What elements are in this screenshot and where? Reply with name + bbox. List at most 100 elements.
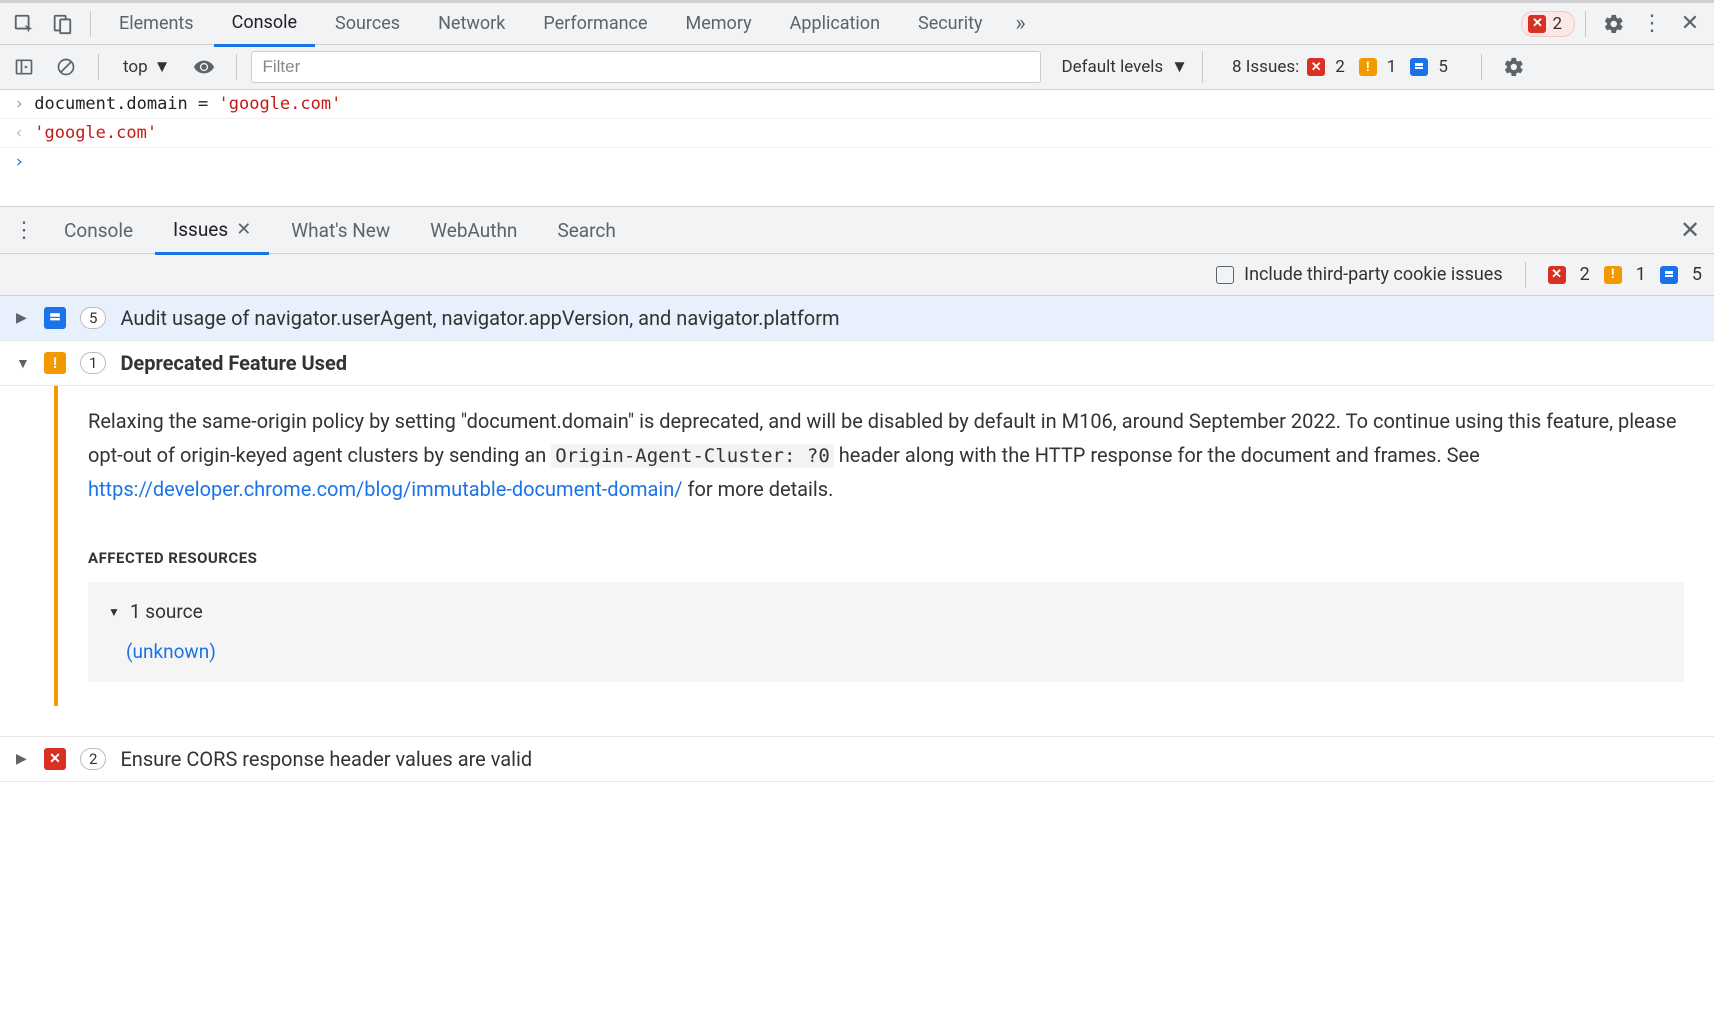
more-tabs-chevron-icon[interactable]: » (1002, 6, 1038, 42)
third-party-cookie-checkbox[interactable]: Include third-party cookie issues (1216, 264, 1502, 285)
drawer-tabbar: ⋮ Console Issues ✕ What's New WebAuthn S… (0, 206, 1714, 254)
info-count: 5 (1438, 57, 1448, 77)
inspect-element-icon[interactable] (6, 6, 42, 42)
source-disclosure[interactable]: ▼ 1 source (108, 596, 1664, 628)
toggle-sidebar-icon[interactable] (6, 49, 42, 85)
issue-row[interactable]: ▶ ✕ 2 Ensure CORS response header values… (0, 736, 1714, 782)
issue-count-badge: 2 (80, 748, 106, 770)
issue-count-badge: 1 (80, 352, 106, 374)
divider (1585, 11, 1586, 37)
tab-console[interactable]: Console (214, 2, 315, 47)
tab-performance[interactable]: Performance (525, 1, 665, 46)
info-count: 5 (1692, 264, 1702, 285)
drawer-tab-whatsnew[interactable]: What's New (273, 206, 408, 254)
error-icon: ✕ (1307, 58, 1325, 76)
prompt-chevron-icon: › (14, 152, 24, 172)
console-code: document.domain = 'google.com' (34, 94, 341, 114)
console-toolbar: top ▼ Default levels ▼ 8 Issues: ✕ 2 ! 1… (0, 45, 1714, 90)
disclosure-triangle-icon[interactable]: ▼ (16, 355, 30, 372)
token-string: 'google.com' (219, 94, 342, 114)
issue-description: Relaxing the same-origin policy by setti… (88, 404, 1684, 506)
disclosure-triangle-icon[interactable]: ▶ (16, 310, 30, 326)
drawer-kebab-icon[interactable]: ⋮ (6, 212, 42, 248)
issue-title: Audit usage of navigator.userAgent, navi… (120, 306, 839, 330)
tab-memory[interactable]: Memory (668, 1, 770, 46)
token-operator: = (188, 94, 219, 114)
drawer-tab-console[interactable]: Console (46, 206, 151, 254)
source-count-label: 1 source (130, 596, 203, 628)
chevron-down-icon: ▼ (1171, 57, 1188, 77)
console-prompt[interactable]: › (0, 148, 1714, 176)
issue-row[interactable]: ▶ 5 Audit usage of navigator.userAgent, … (0, 296, 1714, 341)
warning-icon: ! (44, 352, 66, 374)
drawer-tab-issues-label: Issues (173, 218, 228, 241)
drawer-tab-issues[interactable]: Issues ✕ (155, 207, 269, 255)
live-expression-eye-icon[interactable] (186, 49, 222, 85)
token-identifier: document.domain (34, 94, 188, 114)
warn-count: 1 (1636, 264, 1646, 285)
execution-context-select[interactable]: top ▼ (113, 57, 180, 77)
device-toggle-icon[interactable] (44, 6, 80, 42)
affected-resources-label: Affected Resources (88, 546, 1684, 572)
chevron-down-icon: ▼ (108, 602, 120, 622)
top-error-count-pill[interactable]: ✕ 2 (1521, 11, 1575, 37)
levels-label: Default levels (1061, 57, 1163, 77)
tab-application[interactable]: Application (772, 1, 898, 46)
error-icon: ✕ (44, 748, 66, 770)
console-output-line: ‹ 'google.com' (0, 119, 1714, 148)
context-label: top (123, 57, 148, 77)
warn-count: 1 (1387, 57, 1397, 77)
source-link[interactable]: (unknown) (126, 636, 1664, 668)
tab-sources[interactable]: Sources (317, 1, 418, 46)
console-filter-input[interactable] (251, 51, 1041, 83)
divider (236, 54, 237, 80)
console-result: 'google.com' (34, 123, 157, 143)
close-tab-icon[interactable]: ✕ (236, 219, 251, 240)
checkbox-label: Include third-party cookie issues (1244, 264, 1502, 285)
console-input-line: › document.domain = 'google.com' (0, 90, 1714, 119)
code-snippet: Origin-Agent-Cluster: ?0 (551, 444, 834, 468)
error-count: 2 (1580, 264, 1590, 285)
issues-label: 8 Issues: (1232, 57, 1299, 77)
issue-detail-panel: Relaxing the same-origin policy by setti… (54, 386, 1714, 706)
warning-icon: ! (1604, 266, 1622, 284)
top-error-count: 2 (1552, 14, 1562, 34)
error-icon: ✕ (1548, 266, 1566, 284)
settings-gear-icon[interactable] (1596, 6, 1632, 42)
output-chevron-icon: ‹ (14, 123, 24, 143)
info-icon (1410, 58, 1428, 76)
issue-title: Ensure CORS response header values are v… (120, 747, 532, 771)
close-drawer-icon[interactable]: ✕ (1672, 212, 1708, 248)
devtools-main-tabbar: Elements Console Sources Network Perform… (0, 0, 1714, 45)
issue-title: Deprecated Feature Used (120, 351, 347, 375)
log-levels-select[interactable]: Default levels ▼ (1047, 51, 1203, 83)
console-output: › document.domain = 'google.com' ‹ 'goog… (0, 90, 1714, 176)
learn-more-link[interactable]: https://developer.chrome.com/blog/immuta… (88, 477, 683, 501)
tab-security[interactable]: Security (900, 1, 1000, 46)
divider (1481, 54, 1482, 80)
clear-console-icon[interactable] (48, 49, 84, 85)
issue-row[interactable]: ▼ ! 1 Deprecated Feature Used (0, 341, 1714, 386)
input-chevron-icon: › (14, 94, 24, 114)
divider (98, 54, 99, 80)
issue-count-badge: 5 (80, 307, 106, 329)
chevron-down-icon: ▼ (154, 57, 171, 77)
info-icon (44, 307, 66, 329)
issues-list: ▶ 5 Audit usage of navigator.userAgent, … (0, 296, 1714, 782)
issues-summary[interactable]: 8 Issues: ✕ 2 ! 1 5 (1209, 54, 1467, 80)
console-settings-gear-icon[interactable] (1496, 49, 1532, 85)
close-devtools-icon[interactable]: ✕ (1672, 6, 1708, 42)
kebab-menu-icon[interactable]: ⋮ (1634, 6, 1670, 42)
divider (1525, 262, 1526, 288)
divider (90, 11, 91, 37)
tab-elements[interactable]: Elements (101, 1, 212, 46)
info-icon (1660, 266, 1678, 284)
affected-resources-box: ▼ 1 source (unknown) (88, 582, 1684, 683)
drawer-tab-search[interactable]: Search (539, 206, 633, 254)
drawer-tab-webauthn[interactable]: WebAuthn (412, 206, 535, 254)
tab-network[interactable]: Network (420, 1, 523, 46)
error-icon: ✕ (1528, 15, 1546, 33)
disclosure-triangle-icon[interactable]: ▶ (16, 751, 30, 767)
error-count: 2 (1335, 57, 1345, 77)
issues-toolbar: Include third-party cookie issues ✕ 2 ! … (0, 254, 1714, 296)
